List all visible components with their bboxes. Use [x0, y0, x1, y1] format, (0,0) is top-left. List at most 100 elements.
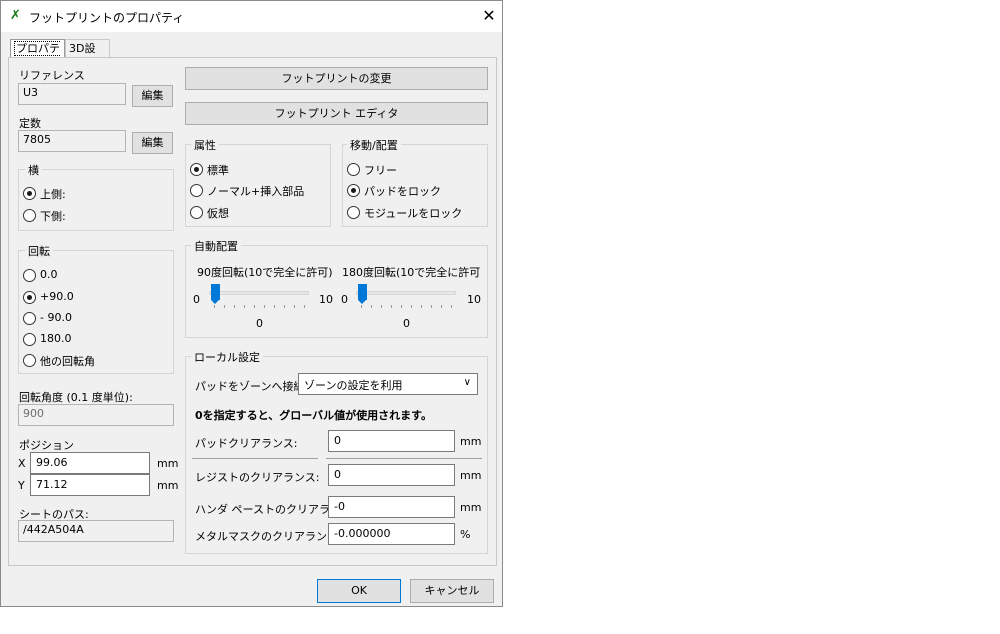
sheet-path-field: /442A504A [18, 520, 174, 542]
paste-clearance-input[interactable]: -0 [328, 496, 455, 518]
slider180-tick [431, 305, 432, 308]
tab-3d-settings[interactable]: 3D設定 [65, 39, 110, 72]
pad-zone-select[interactable]: ゾーンの設定を利用 ∨ [298, 373, 478, 395]
slider90-tick [214, 305, 215, 308]
pad-clearance-label: パッドクリアランス: [195, 437, 298, 450]
slider90-tick [284, 305, 285, 308]
paste-ratio-unit: % [460, 528, 471, 541]
slider90-tick [274, 305, 275, 308]
move-free-label: フリー [364, 164, 397, 177]
move-free-radio[interactable] [347, 163, 360, 176]
close-icon[interactable]: ✕ [479, 5, 499, 27]
position-y-label: Y [18, 479, 25, 492]
pad-clearance-unit: mm [460, 435, 482, 448]
move-lock-pads-label: パッドをロック [364, 185, 441, 198]
move-place-group-title: 移動/配置 [347, 137, 401, 153]
position-x-input[interactable]: 99.06 [30, 452, 150, 474]
attr-virtual-label: 仮想 [207, 207, 229, 220]
rotation-0-label: 0.0 [40, 268, 58, 281]
slider90-value: 0 [256, 317, 263, 330]
rotation-180-radio[interactable] [23, 333, 36, 346]
side-bottom-label: 下側: [40, 210, 66, 223]
attr-normal-insert-radio[interactable] [190, 184, 203, 197]
slider90-tick [264, 305, 265, 308]
rotation-minus90-label: - 90.0 [40, 311, 72, 324]
position-y-input[interactable]: 71.12 [30, 474, 150, 496]
slider90-label: 90度回転(10で完全に許可) [197, 266, 333, 279]
rotation-minus90-radio[interactable] [23, 312, 36, 325]
position-x-unit: mm [157, 457, 179, 470]
auto-place-group-title: 自動配置 [191, 238, 241, 254]
slider180-tick [451, 305, 452, 308]
value-field: 7805 [18, 130, 126, 152]
rotation-other-radio[interactable] [23, 354, 36, 367]
side-bottom-radio[interactable] [23, 209, 36, 222]
slider180-tick [381, 305, 382, 308]
slider90-max: 10 [319, 293, 333, 306]
rotation-0-radio[interactable] [23, 269, 36, 282]
pad-zone-label: パッドをゾーンへ接続: [195, 380, 309, 393]
pad-zone-select-value: ゾーンの設定を利用 [304, 379, 403, 392]
slider180-tick [391, 305, 392, 308]
slider180-max: 10 [467, 293, 481, 306]
slider90-tick [224, 305, 225, 308]
slider90-track[interactable] [209, 291, 309, 295]
slider180-value: 0 [403, 317, 410, 330]
attr-normal-radio[interactable] [190, 163, 203, 176]
position-y-unit: mm [157, 479, 179, 492]
slider180-tick [421, 305, 422, 308]
slider180-tick [401, 305, 402, 308]
position-label: ポジション [19, 439, 74, 452]
paste-ratio-input[interactable]: -0.000000 [328, 523, 455, 545]
slider180-tick [441, 305, 442, 308]
rotation-group-title: 回転 [25, 243, 53, 259]
change-footprint-button[interactable]: フットプリントの変更 [185, 67, 488, 90]
pad-clearance-input[interactable]: 0 [328, 430, 455, 452]
move-lock-module-label: モジュールをロック [364, 207, 463, 220]
tab-properties[interactable]: プロパティ [10, 39, 65, 73]
local-settings-group-title: ローカル設定 [191, 349, 263, 365]
ok-button[interactable]: OK [317, 579, 401, 603]
slider180-track[interactable] [356, 291, 456, 295]
attr-normal-label: 標準 [207, 164, 229, 177]
rotation-other-label: 他の回転角 [40, 355, 95, 368]
side-group-title: 横 [25, 162, 42, 178]
separator-right [326, 458, 482, 459]
value-label: 定数 [19, 117, 41, 130]
cancel-button[interactable]: キャンセル [410, 579, 494, 603]
slider180-label: 180度回転(10で完全に許可 [342, 266, 481, 279]
slider90-tick [294, 305, 295, 308]
global-value-note: 0を指定すると、グローバル値が使用されます。 [195, 409, 433, 422]
slider180-tick [361, 305, 362, 308]
mask-clearance-input[interactable]: 0 [328, 464, 455, 486]
move-lock-module-radio[interactable] [347, 206, 360, 219]
slider90-tick [234, 305, 235, 308]
chevron-down-icon: ∨ [463, 377, 471, 388]
title-bar: ✗ フットプリントのプロパティ ✕ [1, 1, 502, 32]
separator-left [192, 458, 318, 459]
paste-ratio-label: メタルマスクのクリアランス比 [195, 530, 349, 543]
slider180-thumb[interactable] [358, 284, 367, 304]
slider180-tick [411, 305, 412, 308]
edit-value-button[interactable]: 編集 [132, 132, 173, 154]
slider90-tick [254, 305, 255, 308]
move-lock-pads-radio[interactable] [347, 184, 360, 197]
attr-virtual-radio[interactable] [190, 206, 203, 219]
mask-clearance-label: レジストのクリアランス: [195, 471, 320, 484]
slider90-min: 0 [193, 293, 200, 306]
kicad-app-icon: ✗ [10, 8, 21, 23]
edit-reference-button[interactable]: 編集 [132, 85, 173, 107]
footprint-properties-dialog: ✗ フットプリントのプロパティ ✕ プロパティ 3D設定 リファレンス U3 編… [0, 0, 503, 607]
rotation-angle-field: 900 [18, 404, 174, 426]
slider90-thumb[interactable] [211, 284, 220, 304]
slider90-tick [244, 305, 245, 308]
rotation-plus90-radio[interactable] [23, 291, 36, 304]
side-top-label: 上側: [40, 188, 66, 201]
slider180-min: 0 [341, 293, 348, 306]
attributes-group-title: 属性 [191, 137, 219, 153]
paste-clearance-unit: mm [460, 501, 482, 514]
rotation-plus90-label: +90.0 [40, 290, 74, 303]
footprint-editor-button[interactable]: フットプリント エディタ [185, 102, 488, 125]
side-top-radio[interactable] [23, 187, 36, 200]
window-title: フットプリントのプロパティ [29, 11, 185, 25]
